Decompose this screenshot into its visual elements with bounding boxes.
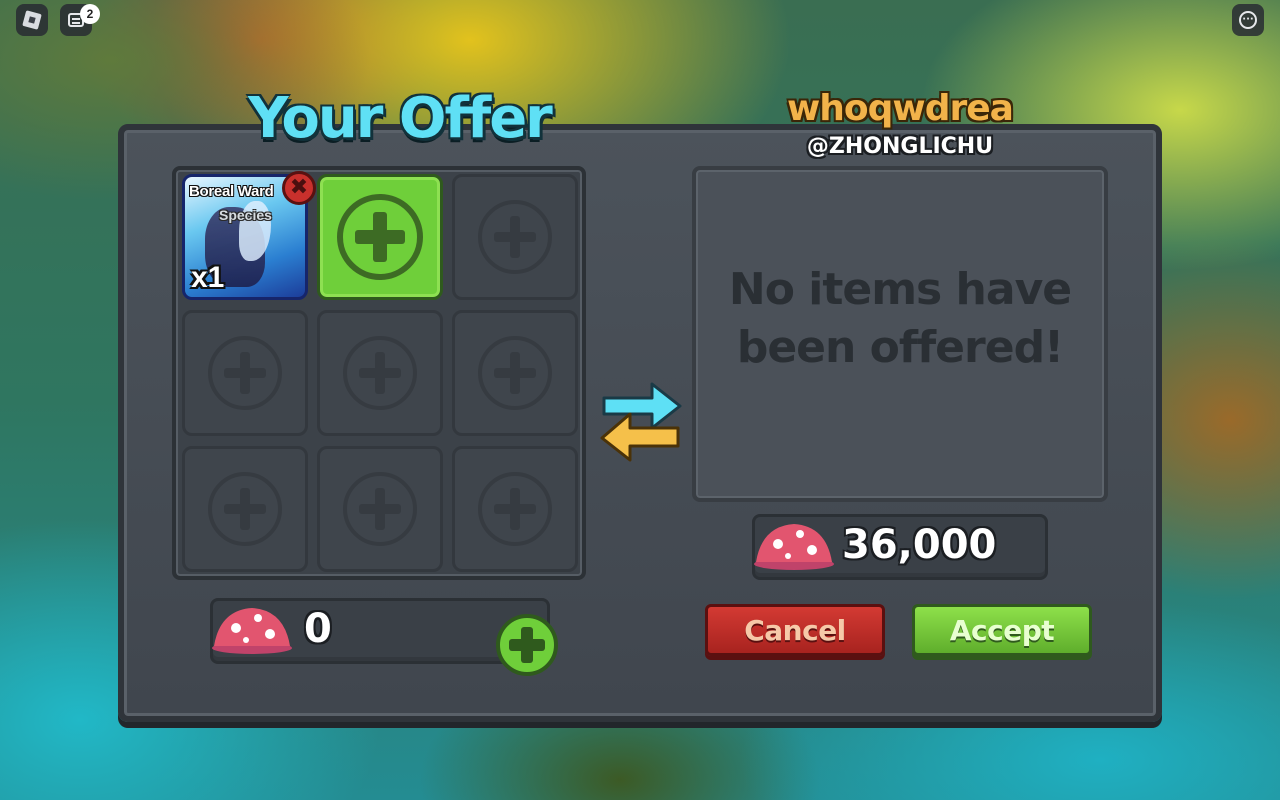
partner-username: @ZHONGLICHU bbox=[806, 134, 994, 159]
add-item-slot[interactable] bbox=[317, 174, 443, 300]
offer-slot-empty bbox=[452, 446, 578, 572]
plus-icon bbox=[478, 200, 552, 274]
swap-arrows-icon bbox=[600, 382, 682, 462]
offer-slot-empty bbox=[182, 446, 308, 572]
cancel-button[interactable]: Cancel bbox=[705, 604, 885, 656]
plus-icon bbox=[343, 472, 417, 546]
more-icon: ··· bbox=[1239, 11, 1257, 29]
your-offer-title: Your Offer bbox=[248, 86, 553, 151]
mushroom-icon bbox=[212, 608, 292, 654]
plus-icon bbox=[208, 472, 282, 546]
chat-notification-badge: 2 bbox=[80, 4, 100, 24]
plus-icon bbox=[343, 336, 417, 410]
offer-slot-empty bbox=[182, 310, 308, 436]
more-options-button[interactable]: ··· bbox=[1232, 4, 1264, 36]
offer-slot-empty bbox=[452, 310, 578, 436]
empty-offer-line-2: been offered! bbox=[736, 322, 1064, 373]
your-currency-amount: 0 bbox=[304, 606, 332, 652]
item-quantity: x1 bbox=[191, 261, 225, 294]
mushroom-icon bbox=[754, 524, 834, 570]
offer-slot-empty bbox=[317, 446, 443, 572]
plus-icon bbox=[478, 336, 552, 410]
offer-slot-empty bbox=[317, 310, 443, 436]
offer-slot-empty bbox=[452, 174, 578, 300]
item-name: Boreal Ward bbox=[189, 183, 274, 200]
remove-item-button[interactable]: ✖ bbox=[282, 171, 316, 205]
close-icon: ✖ bbox=[289, 175, 309, 200]
roblox-menu-button[interactable] bbox=[16, 4, 48, 36]
empty-offer-line-1: No items have bbox=[728, 264, 1072, 315]
item-type: Species bbox=[219, 207, 272, 223]
add-currency-button[interactable] bbox=[496, 614, 558, 676]
plus-icon bbox=[208, 336, 282, 410]
partner-offer-area: No items have been offered! bbox=[692, 166, 1108, 502]
empty-offer-message: No items have been offered! bbox=[728, 261, 1072, 377]
roblox-logo-icon bbox=[22, 10, 42, 30]
plus-icon bbox=[337, 194, 423, 280]
accept-button[interactable]: Accept bbox=[912, 604, 1092, 656]
plus-icon bbox=[478, 472, 552, 546]
partner-currency-amount: 36,000 bbox=[842, 522, 997, 568]
partner-display-name: whoqwdrea bbox=[787, 88, 1014, 129]
